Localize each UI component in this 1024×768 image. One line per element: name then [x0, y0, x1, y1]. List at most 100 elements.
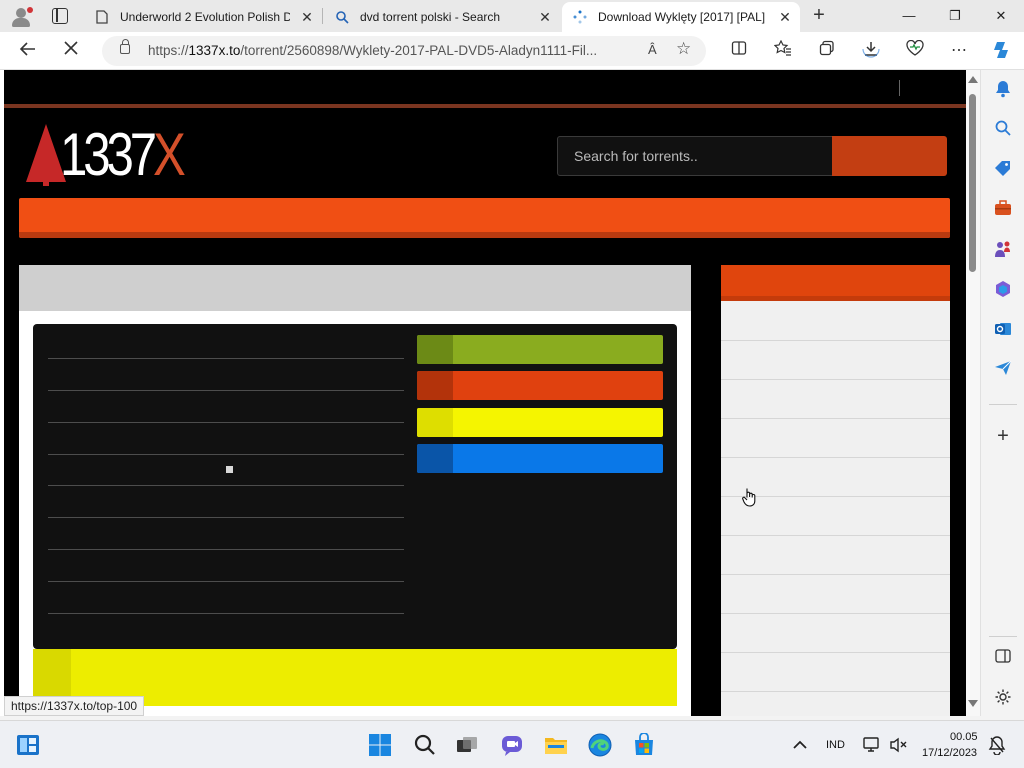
sidebar-row-divider: [721, 340, 950, 341]
header-divider: [4, 104, 966, 108]
favorite-star-icon[interactable]: ☆: [676, 39, 691, 59]
volume-muted-icon[interactable]: [888, 735, 912, 759]
torrent-details-box: [19, 265, 691, 716]
input-language[interactable]: IND: [826, 739, 845, 751]
search-input[interactable]: Search for torrents..: [557, 136, 833, 176]
clock-date[interactable]: 17/12/2023: [922, 747, 977, 759]
magnet-icon: [417, 335, 453, 364]
restore-button[interactable]: ❐: [932, 0, 978, 32]
main-nav-bar[interactable]: [19, 198, 950, 238]
info-row-divider: [48, 485, 404, 486]
edge-browser-icon[interactable]: [588, 733, 612, 757]
close-icon[interactable]: ✕: [776, 8, 794, 26]
search-icon[interactable]: [413, 733, 437, 757]
sidebar-header: [721, 265, 950, 301]
tab-divider: [322, 8, 323, 24]
page-viewport: 1337X Search for torrents..: [0, 70, 966, 716]
profile-icon[interactable]: [10, 6, 33, 28]
close-icon[interactable]: ✕: [536, 8, 554, 26]
search-icon: [334, 9, 350, 25]
stop-loading-icon[interactable]: [60, 40, 82, 62]
split-screen-icon[interactable]: [728, 40, 750, 62]
search-button[interactable]: [832, 136, 947, 176]
add-icon[interactable]: +: [992, 425, 1014, 447]
page-scrollbar[interactable]: [966, 70, 980, 716]
favorites-icon[interactable]: [772, 39, 794, 62]
chat-icon[interactable]: [500, 733, 524, 757]
tab-search[interactable]: dvd torrent polski - Search ✕: [324, 2, 560, 32]
browser-essentials-icon[interactable]: [904, 39, 926, 62]
magnet-download-button[interactable]: [417, 335, 663, 364]
file-explorer-icon[interactable]: [544, 733, 568, 757]
lock-icon[interactable]: [120, 39, 130, 54]
downloads-icon[interactable]: [860, 40, 882, 62]
sidebar-row-divider: [721, 574, 950, 575]
task-view-icon[interactable]: [455, 733, 479, 757]
windows-taskbar: IND 00.05 17/12/2023: [0, 720, 1024, 768]
sidebar-row-divider: [721, 379, 950, 380]
scroll-thumb[interactable]: [969, 94, 976, 272]
address-toolbar: https://1337x.to/torrent/2560898/Wyklety…: [0, 32, 1024, 70]
sidebar-separator: [989, 636, 1017, 637]
microsoft-store-icon[interactable]: [632, 732, 656, 757]
sidebar-row-divider: [721, 691, 950, 692]
tab-title: Underworld 2 Evolution Polish DVD: [120, 10, 290, 24]
address-bar[interactable]: https://1337x.to/torrent/2560898/Wyklety…: [102, 36, 706, 66]
minimize-button[interactable]: —: [886, 0, 932, 32]
close-window-button[interactable]: ✕: [978, 0, 1024, 32]
logo-text: 1337X: [60, 121, 186, 188]
settings-gear-icon[interactable]: [992, 688, 1014, 710]
sidebar-row-divider: [721, 613, 950, 614]
microsoft-365-icon[interactable]: [992, 280, 1014, 302]
text-caret: [899, 80, 900, 96]
top-strip: [4, 70, 966, 104]
site-page: 1337X Search for torrents..: [4, 70, 966, 716]
alt-download-button[interactable]: [417, 408, 663, 437]
tab-download-active[interactable]: Download Wyklęty [2017] [PAL] [DVD5] ✕: [562, 2, 800, 32]
back-arrow-icon[interactable]: [17, 40, 39, 62]
torrent-title-header: [19, 265, 691, 311]
tab-actions-icon[interactable]: [52, 8, 68, 24]
download-icon: [417, 408, 453, 437]
edge-sidebar: +: [980, 70, 1024, 716]
anonymous-download-button[interactable]: [417, 444, 663, 473]
sidebar-row-divider: [721, 652, 950, 653]
chevron-up-icon[interactable]: [790, 735, 814, 759]
network-icon[interactable]: [862, 735, 886, 759]
more-menu-icon[interactable]: ⋯: [948, 40, 970, 62]
clock-time[interactable]: 00.05: [950, 731, 978, 743]
shopping-tag-icon[interactable]: [992, 160, 1014, 182]
bell-icon[interactable]: [992, 80, 1014, 102]
sidebar-separator: [989, 404, 1017, 405]
scroll-up-arrow[interactable]: [968, 76, 978, 83]
search-icon[interactable]: [992, 120, 1014, 142]
start-menu-icon[interactable]: [368, 733, 392, 757]
games-icon[interactable]: [992, 240, 1014, 262]
collections-icon[interactable]: [816, 40, 838, 62]
copilot-icon[interactable]: [990, 40, 1012, 62]
close-icon[interactable]: ✕: [298, 8, 316, 26]
scroll-down-arrow[interactable]: [968, 700, 978, 707]
sidebar-toggle-icon[interactable]: [992, 648, 1014, 670]
info-row-divider: [48, 549, 404, 550]
sidebar-row-divider: [721, 457, 950, 458]
widgets-icon[interactable]: [16, 733, 40, 757]
shield-icon: [417, 444, 453, 473]
notification-bell-icon[interactable]: [988, 735, 1012, 759]
status-url-tooltip: https://1337x.to/top-100: [4, 696, 145, 716]
hand-pointer-icon: [742, 487, 758, 512]
site-logo[interactable]: 1337X: [24, 120, 186, 190]
new-tab-button[interactable]: +: [808, 4, 830, 26]
read-aloud-icon[interactable]: Â: [648, 42, 657, 57]
info-row-divider: [48, 581, 404, 582]
info-row-divider: [48, 454, 404, 455]
send-icon[interactable]: [992, 360, 1014, 382]
tools-icon[interactable]: [992, 200, 1014, 222]
tab-title: dvd torrent polski - Search: [360, 10, 501, 24]
outlook-icon[interactable]: [992, 320, 1014, 342]
loading-dot: [226, 466, 233, 473]
tab-underworld[interactable]: Underworld 2 Evolution Polish DVD ✕: [84, 2, 322, 32]
info-row-divider: [48, 422, 404, 423]
torrent-download-button[interactable]: [417, 371, 663, 400]
url-text[interactable]: https://1337x.to/torrent/2560898/Wyklety…: [148, 43, 628, 58]
